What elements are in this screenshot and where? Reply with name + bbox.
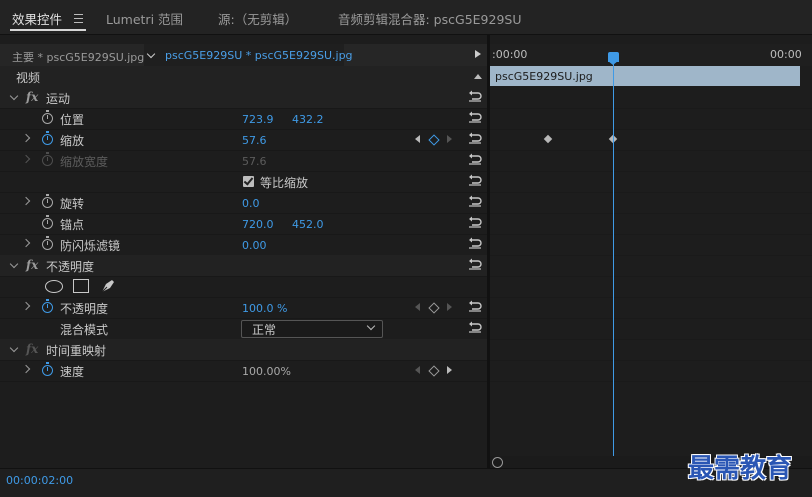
scale-width-value: 57.6 bbox=[242, 155, 267, 168]
tab-lumetri-scopes[interactable]: Lumetri 范围 bbox=[106, 9, 183, 28]
reset-icon[interactable] bbox=[468, 174, 482, 186]
current-timecode[interactable]: 00:00:02:00 bbox=[6, 474, 73, 487]
fx-icon[interactable]: fx bbox=[26, 258, 38, 272]
stopwatch-icon[interactable] bbox=[42, 362, 53, 376]
master-clip-tab[interactable]: 主要 * pscG5E929SU.jpg bbox=[12, 49, 144, 65]
anchor-y-value[interactable]: 452.0 bbox=[292, 218, 324, 231]
opacity-title: 不透明度 bbox=[46, 260, 95, 274]
anchor-label: 锚点 bbox=[60, 218, 85, 232]
zoom-handle[interactable] bbox=[492, 457, 503, 468]
timeline-row-divider bbox=[490, 129, 812, 130]
timeline-clip-name: pscG5E929SU.jpg bbox=[495, 70, 593, 83]
position-x-value[interactable]: 723.9 bbox=[242, 113, 274, 126]
video-section-title: 视频 bbox=[16, 71, 41, 85]
timeline-row-divider bbox=[490, 297, 812, 298]
blend-mode-label: 混合模式 bbox=[60, 323, 109, 337]
position-label: 位置 bbox=[60, 113, 85, 127]
timeline-row-divider bbox=[490, 276, 812, 277]
timeline-row-divider bbox=[490, 318, 812, 319]
stopwatch-icon[interactable] bbox=[42, 110, 53, 124]
next-keyframe-icon[interactable] bbox=[447, 303, 452, 311]
timeline-row-divider bbox=[490, 150, 812, 151]
timeline-row-divider bbox=[490, 234, 812, 235]
uniform-scale-label: 等比缩放 bbox=[260, 176, 309, 190]
previous-keyframe-icon[interactable] bbox=[415, 303, 420, 311]
reset-icon[interactable] bbox=[468, 258, 482, 270]
timeline-end-time: 00:00 bbox=[770, 48, 802, 61]
timeline-row-divider bbox=[490, 171, 812, 172]
tab-source[interactable]: 源:（无剪辑） bbox=[218, 9, 297, 28]
tab-audio-clip-mixer[interactable]: 音频剪辑混合器: pscG5E929SU bbox=[338, 9, 521, 28]
pen-mask-icon[interactable] bbox=[100, 278, 116, 294]
tab-effect-controls[interactable]: 效果控件 bbox=[12, 9, 62, 28]
reset-icon[interactable] bbox=[468, 153, 482, 165]
panel-menu-icon[interactable] bbox=[74, 14, 83, 23]
timeline-row-divider bbox=[490, 360, 812, 361]
motion-effect-row[interactable] bbox=[0, 87, 487, 109]
scale-label: 缩放 bbox=[60, 134, 85, 148]
show-timeline-icon[interactable] bbox=[475, 50, 481, 58]
timeline-row-divider bbox=[490, 192, 812, 193]
fx-icon[interactable]: fx bbox=[26, 90, 38, 104]
timeline-row-divider bbox=[490, 255, 812, 256]
scale-width-label: 缩放宽度 bbox=[60, 155, 109, 169]
reset-icon[interactable] bbox=[468, 216, 482, 228]
scale-value[interactable]: 57.6 bbox=[242, 134, 267, 147]
stopwatch-icon[interactable] bbox=[42, 194, 53, 208]
speed-label: 速度 bbox=[60, 365, 85, 379]
timeline-row-divider bbox=[490, 108, 812, 109]
reset-icon[interactable] bbox=[468, 111, 482, 123]
reset-icon[interactable] bbox=[468, 300, 482, 312]
opacity-value[interactable]: 100.0 % bbox=[242, 302, 287, 315]
timeline-row-divider bbox=[490, 213, 812, 214]
flicker-value[interactable]: 0.00 bbox=[242, 239, 267, 252]
stopwatch-icon[interactable] bbox=[42, 215, 53, 229]
flicker-label: 防闪烁滤镜 bbox=[60, 239, 121, 253]
stopwatch-icon[interactable] bbox=[42, 236, 53, 250]
collapse-up-icon[interactable] bbox=[474, 74, 482, 79]
previous-keyframe-icon[interactable] bbox=[415, 135, 420, 143]
active-tab-indicator bbox=[10, 29, 86, 31]
stopwatch-icon[interactable] bbox=[42, 131, 53, 145]
sequence-clip-tab[interactable]: pscG5E929SU * pscG5E929SU.jpg bbox=[165, 49, 353, 62]
blend-mode-value: 正常 bbox=[252, 323, 277, 337]
watermark-logo: 最需教育 bbox=[688, 454, 793, 484]
reset-icon[interactable] bbox=[468, 321, 482, 333]
uniform-scale-checkbox[interactable] bbox=[243, 176, 254, 187]
time-remap-title: 时间重映射 bbox=[46, 344, 107, 358]
reset-icon[interactable] bbox=[468, 237, 482, 249]
next-keyframe-icon[interactable] bbox=[447, 135, 452, 143]
next-keyframe-icon[interactable] bbox=[447, 366, 452, 374]
rotation-value[interactable]: 0.0 bbox=[242, 197, 260, 210]
video-section-header bbox=[0, 66, 487, 88]
rectangle-mask-icon[interactable] bbox=[73, 279, 89, 293]
panel-divider[interactable] bbox=[487, 34, 490, 496]
speed-value[interactable]: 100.00% bbox=[242, 365, 291, 378]
timeline-row-divider bbox=[490, 381, 812, 382]
position-y-value[interactable]: 432.2 bbox=[292, 113, 324, 126]
stopwatch-icon bbox=[42, 152, 53, 166]
stopwatch-icon[interactable] bbox=[42, 299, 53, 313]
motion-title: 运动 bbox=[46, 92, 71, 106]
rotation-label: 旋转 bbox=[60, 197, 85, 211]
opacity-label: 不透明度 bbox=[60, 302, 109, 316]
reset-icon[interactable] bbox=[468, 90, 482, 102]
scale-keyframe[interactable] bbox=[543, 134, 553, 144]
playhead-tip[interactable] bbox=[608, 61, 618, 65]
playhead-line bbox=[613, 58, 614, 456]
timeline-row-divider bbox=[490, 339, 812, 340]
previous-keyframe-icon[interactable] bbox=[415, 366, 420, 374]
fx-icon: fx bbox=[26, 342, 39, 356]
anchor-x-value[interactable]: 720.0 bbox=[242, 218, 274, 231]
timeline-start-time: :00:00 bbox=[492, 48, 528, 61]
reset-icon[interactable] bbox=[468, 132, 482, 144]
ellipse-mask-icon[interactable] bbox=[45, 280, 63, 293]
reset-icon[interactable] bbox=[468, 195, 482, 207]
timeline-ruler[interactable] bbox=[490, 44, 812, 66]
